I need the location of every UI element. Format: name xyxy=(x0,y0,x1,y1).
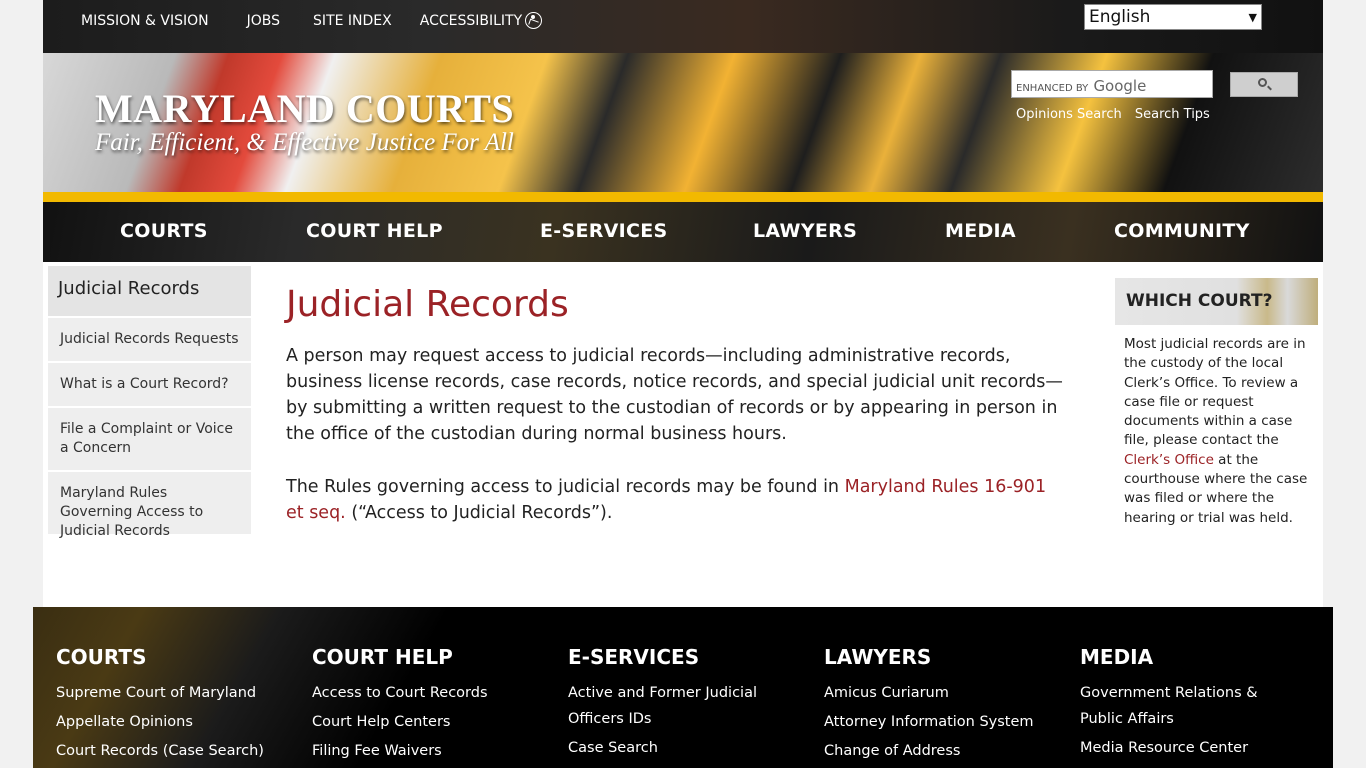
sidebar-item-maryland-rules[interactable]: Maryland Rules Governing Access to Judic… xyxy=(48,472,251,539)
search-prefix: ENHANCED BY xyxy=(1016,83,1089,94)
main-navigation: COURTS COURT HELP E-SERVICES LAWYERS MED… xyxy=(43,202,1323,262)
sidebar-item-judicial-records-requests[interactable]: Judicial Records Requests xyxy=(48,318,251,361)
accessibility-link[interactable]: ACCESSIBILITY xyxy=(419,12,543,29)
opinions-search-link[interactable]: Opinions Search xyxy=(1016,107,1122,122)
footer-link[interactable]: Court Records (Case Search) xyxy=(56,738,296,764)
search-links: Opinions Search Search Tips xyxy=(1016,107,1219,122)
sidebar-item-what-is-court-record[interactable]: What is a Court Record? xyxy=(48,363,251,406)
footer-heading: MEDIA xyxy=(1080,645,1154,669)
rules-text-after: (“Access to Judicial Records”). xyxy=(345,503,613,523)
nav-community[interactable]: COMMUNITY xyxy=(1114,220,1250,242)
footer-link[interactable]: Government Relations & Public Affairs xyxy=(1080,680,1295,732)
footer-heading: COURTS xyxy=(56,645,147,669)
accessibility-icon xyxy=(525,12,543,29)
nav-courts[interactable]: COURTS xyxy=(120,220,208,242)
google-brand: Google xyxy=(1093,77,1147,95)
footer-column-lawyers: LAWYERS Amicus Curiarum Attorney Informa… xyxy=(824,645,1064,767)
language-selected: English xyxy=(1089,7,1151,27)
footer-link[interactable]: Active and Former Judicial Officers IDs xyxy=(568,680,793,732)
mission-vision-link[interactable]: MISSION & VISION xyxy=(81,12,209,29)
jobs-link[interactable]: JOBS xyxy=(247,12,280,29)
footer-link[interactable]: Change of Address xyxy=(824,738,1064,764)
nav-e-services[interactable]: E-SERVICES xyxy=(540,220,668,242)
footer-link[interactable]: Supreme Court of Maryland xyxy=(56,680,296,706)
footer-heading: COURT HELP xyxy=(312,645,453,669)
which-court-heading: WHICH COURT? xyxy=(1115,278,1318,325)
footer-column-courts: COURTS Supreme Court of Maryland Appella… xyxy=(56,645,296,767)
accessibility-label: ACCESSIBILITY xyxy=(419,12,523,29)
footer-column-media: MEDIA Government Relations & Public Affa… xyxy=(1080,645,1295,764)
footer-column-court-help: COURT HELP Access to Court Records Court… xyxy=(312,645,552,767)
search-input[interactable]: ENHANCED BY Google xyxy=(1011,70,1213,98)
footer-link[interactable]: Case Search xyxy=(568,735,793,761)
sidebar-item-file-complaint[interactable]: File a Complaint or Voice a Concern xyxy=(48,408,251,470)
gold-divider xyxy=(43,192,1323,202)
rules-text-before: The Rules governing access to judicial r… xyxy=(286,477,845,497)
footer-heading: LAWYERS xyxy=(824,645,932,669)
clerks-office-link[interactable]: Clerk’s Office xyxy=(1124,452,1214,468)
search-button[interactable] xyxy=(1230,72,1298,97)
header-banner: MARYLAND COURTS Fair, Efficient, & Effec… xyxy=(43,53,1323,192)
sidebar-heading[interactable]: Judicial Records xyxy=(48,266,251,316)
site-footer: COURTS Supreme Court of Maryland Appella… xyxy=(33,607,1333,768)
nav-lawyers[interactable]: LAWYERS xyxy=(753,220,857,242)
which-court-text: Most judicial records are in the custody… xyxy=(1124,335,1310,528)
footer-link[interactable]: Appellate Opinions xyxy=(56,709,296,735)
aside-text-before: Most judicial records are in the custody… xyxy=(1124,336,1306,449)
footer-link[interactable]: Filing Fee Waivers xyxy=(312,738,552,764)
language-select[interactable]: English ▼ xyxy=(1084,4,1262,30)
utility-links: MISSION & VISION JOBS SITE INDEX ACCESSI… xyxy=(81,12,543,29)
search-tips-link[interactable]: Search Tips xyxy=(1135,107,1210,122)
footer-heading: E-SERVICES xyxy=(568,645,700,669)
rules-paragraph: The Rules governing access to judicial r… xyxy=(286,474,1066,526)
footer-link[interactable]: Court Help Centers xyxy=(312,709,552,735)
footer-link[interactable]: Attorney Information System xyxy=(824,709,1064,735)
site-logo-title[interactable]: MARYLAND COURTS xyxy=(95,85,514,132)
footer-link[interactable]: Access to Court Records xyxy=(312,680,552,706)
footer-link[interactable]: Media Resource Center xyxy=(1080,735,1295,761)
nav-media[interactable]: MEDIA xyxy=(945,220,1016,242)
footer-column-e-services: E-SERVICES Active and Former Judicial Of… xyxy=(568,645,793,764)
intro-paragraph: A person may request access to judicial … xyxy=(286,346,1063,444)
site-index-link[interactable]: SITE INDEX xyxy=(313,12,392,29)
search-icon xyxy=(1258,78,1267,87)
page-title: Judicial Records xyxy=(286,284,569,325)
footer-link[interactable]: Amicus Curiarum xyxy=(824,680,1064,706)
chevron-down-icon: ▼ xyxy=(1248,10,1257,24)
nav-court-help[interactable]: COURT HELP xyxy=(306,220,443,242)
site-logo-tagline: Fair, Efficient, & Effective Justice For… xyxy=(95,129,514,156)
